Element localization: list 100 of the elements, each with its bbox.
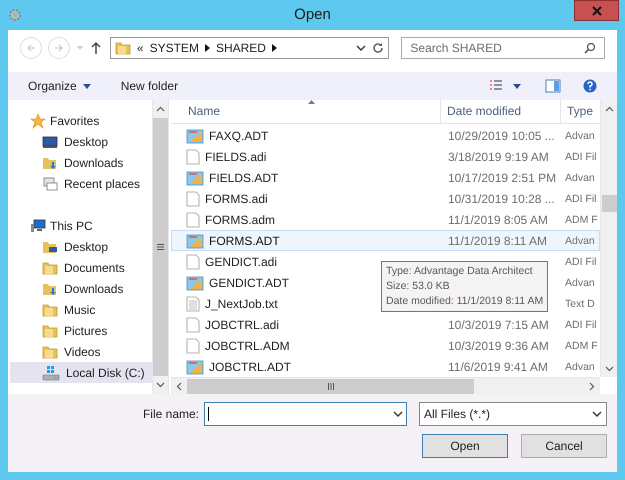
grip-icon [328,382,334,390]
list-scrollbar[interactable] [600,100,617,377]
address-dropdown-icon [356,44,366,52]
tooltip-line: Size: 53.0 KB [386,279,451,294]
caret-icon[interactable] [513,84,521,88]
nav-item[interactable]: Music [10,299,152,320]
disk-drive-icon [42,364,60,380]
nav-group-header[interactable]: Favorites [10,110,152,131]
scroll-thumb[interactable] [187,378,474,394]
database-table-icon [186,232,204,248]
computer-icon [30,218,46,234]
overflow-chevron[interactable]: « [136,39,144,57]
file-name[interactable]: JOBCTRL.adi [205,316,280,334]
open-button[interactable]: Open [422,434,508,458]
file-type: ADI Fil [565,256,596,268]
file-type: Text D [565,298,595,310]
cancel-button[interactable]: Cancel [521,434,607,458]
nav-item[interactable]: Downloads [10,152,152,173]
scroll-up-icon[interactable] [156,106,165,112]
file-date: 10/29/2019 10:05 ... [448,128,555,142]
column-header[interactable]: Date modified [441,100,561,123]
file-type: ADI Fil [565,151,596,164]
up-arrow-icon[interactable] [90,41,102,55]
search-input[interactable]: Search SHARED [410,39,584,57]
file-name[interactable]: JOBCTRL.ADM [205,336,290,354]
nav-item[interactable]: Desktop [10,131,152,152]
database-table-icon [186,358,204,374]
file-name[interactable]: GENDICT.adi [205,252,278,270]
file-type: Advan [565,172,595,184]
file-date: 11/1/2019 8:11 AM [448,234,547,248]
horizontal-scrollbar[interactable] [171,377,600,394]
file-date: 10/31/2019 10:28 ... [448,192,555,206]
file-name[interactable]: FORMS.ADT [209,232,280,250]
folder-icon [42,322,58,338]
new-folder-button[interactable]: New folder [120,77,178,95]
recent-places-icon [42,176,58,192]
nav-scrollbar[interactable] [152,100,169,394]
right-arrow-icon [54,43,64,53]
preview-pane-icon[interactable] [545,79,561,93]
breadcrumb-arrow-icon[interactable] [272,44,277,52]
scroll-left-icon[interactable] [176,382,182,390]
tooltip-line: Type: Advantage Data Architect [386,264,534,279]
file-date: 10/3/2019 7:15 AM [448,318,549,332]
file-date: 10/17/2019 2:51 PM [448,170,556,184]
nav-item[interactable]: Recent places [10,173,152,194]
database-table-icon [186,170,204,186]
file-name[interactable]: FORMS.adm [205,210,276,228]
blank-file-icon [186,254,200,270]
file-type: ADI Fil [565,193,596,206]
blank-file-icon [186,338,200,354]
breadcrumb[interactable]: SHARED [216,39,266,57]
file-name[interactable]: GENDICT.ADT [209,274,290,292]
nav-item[interactable]: Desktop [10,236,152,257]
search-field[interactable]: Search SHARED [401,37,606,59]
scroll-down-icon[interactable] [156,382,165,388]
window-title: Open [294,4,331,25]
scroll-right-icon[interactable] [589,382,595,390]
caret-icon [82,84,91,88]
view-list-icon[interactable] [489,80,503,92]
refresh-icon[interactable] [372,42,384,54]
file-name[interactable]: FIELDS.adi [205,148,266,166]
folder-icon [42,344,58,360]
breadcrumb[interactable]: SYSTEM [150,39,199,57]
file-name[interactable]: J_NextJob.txt [205,294,278,312]
nav-group-header[interactable]: This PC [10,215,152,236]
help-icon[interactable] [583,79,597,93]
file-date: 11/6/2019 9:41 AM [448,360,548,374]
file-type-dropdown[interactable]: All Files (*.*) [419,402,607,426]
folder-icon [114,40,131,56]
column-header[interactable]: Name [171,100,441,123]
file-name[interactable]: JOBCTRL.ADT [209,358,292,376]
nav-item[interactable]: Pictures [10,320,152,341]
breadcrumb-arrow-icon[interactable] [204,44,210,52]
scroll-thumb[interactable] [602,195,616,212]
file-type: Advan [565,130,595,142]
nav-item[interactable]: Videos [10,341,152,362]
blank-file-icon [186,316,200,332]
file-name-label: File name: [142,406,199,423]
nav-item[interactable]: Local Disk (C:) [10,362,152,383]
file-name[interactable]: FIELDS.ADT [209,168,278,186]
column-header[interactable]: Type [561,100,600,123]
address-bar[interactable]: « SYSTEM SHARED [110,37,390,59]
database-table-icon [186,274,204,290]
file-name-field[interactable] [204,402,407,426]
organize-menu-button[interactable]: Organize [28,77,91,95]
file-date: 3/18/2019 9:19 AM [448,150,549,164]
scroll-thumb[interactable] [153,118,168,376]
text-file-icon [186,296,200,312]
nav-item[interactable]: Documents [10,257,152,278]
file-name[interactable]: FORMS.adi [205,190,268,208]
file-name[interactable]: FAXQ.ADT [209,126,268,144]
close-button[interactable] [574,0,619,21]
search-icon [584,42,596,54]
scroll-up-icon[interactable] [604,106,614,112]
blank-file-icon [186,190,200,206]
nav-item[interactable]: Downloads [10,278,152,299]
blank-file-icon [186,148,200,164]
database-table-icon [186,128,204,144]
file-type: ADI Fil [565,319,596,332]
scroll-down-icon[interactable] [604,366,614,372]
